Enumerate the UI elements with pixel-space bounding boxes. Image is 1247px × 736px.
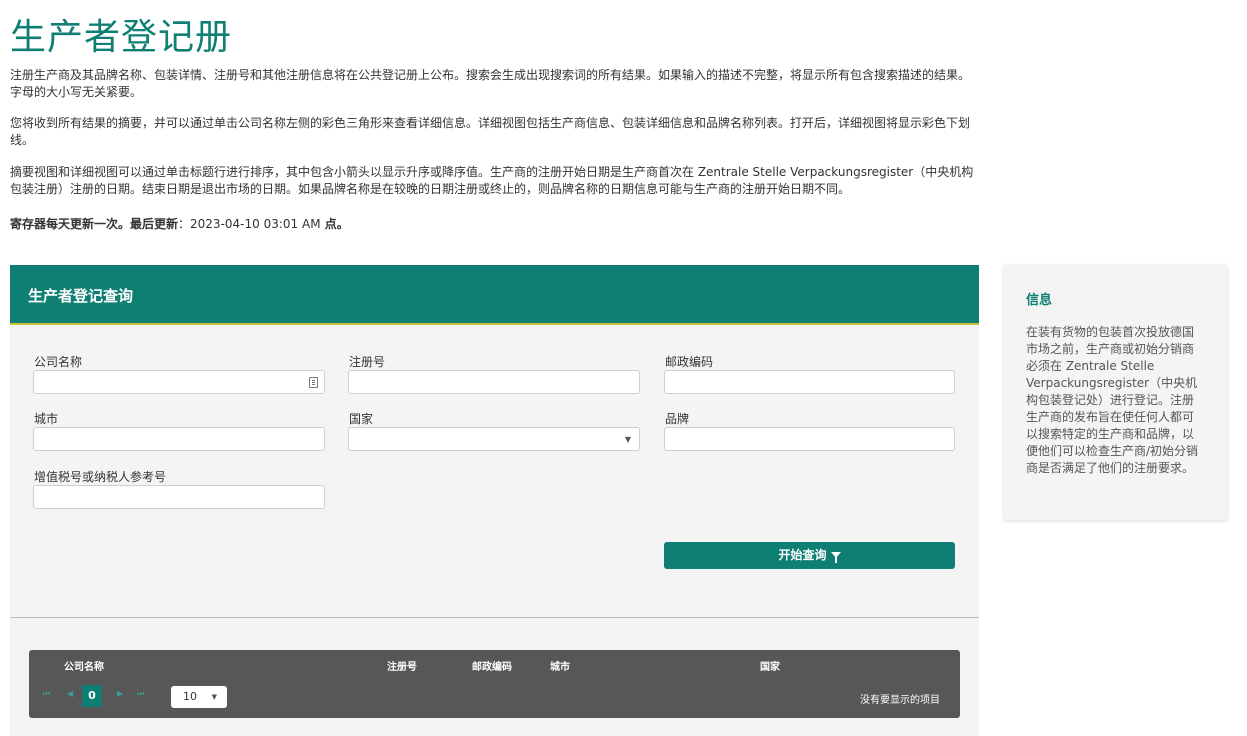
chevron-down-icon: ▼ — [211, 693, 217, 701]
contact-card-icon — [309, 377, 318, 388]
registration-number-label: 注册号 — [349, 355, 386, 369]
info-text: 在装有货物的包装首次投放德国市场之前，生产商或初始分销商必须在 Zentrale… — [1026, 325, 1199, 475]
column-city[interactable]: 城市 — [550, 658, 570, 673]
next-page-icon[interactable]: ▶ — [117, 689, 123, 698]
filter-icon — [830, 552, 841, 563]
company-name-input[interactable] — [33, 370, 325, 394]
city-input[interactable] — [33, 427, 325, 451]
registration-number-input[interactable] — [348, 370, 640, 394]
update-suffix: 点。 — [320, 217, 349, 231]
info-title: 信息 — [1026, 293, 1053, 308]
previous-page-icon[interactable]: ◀ — [67, 689, 73, 698]
last-page-icon[interactable]: ⏭ — [137, 689, 144, 699]
intro-paragraph-3: 摘要视图和详细视图可以通过单击标题行进行排序，其中包含小箭头以显示升序或降序值。… — [10, 165, 974, 196]
postal-code-input[interactable] — [664, 370, 955, 394]
update-value: 2023-04-10 03:01 AM — [190, 217, 321, 231]
update-colon: ： — [178, 217, 191, 231]
intro-paragraph-1: 注册生产商及其品牌名称、包装详情、注册号和其他注册信息将在公共登记册上公布。搜索… — [10, 68, 971, 99]
search-panel-header: 生产者登记查询 — [10, 265, 979, 325]
page-size-select[interactable]: 10 ▼ — [171, 686, 227, 708]
update-prefix: 寄存器每天更新一次。最后更新 — [10, 217, 179, 231]
column-country[interactable]: 国家 — [760, 658, 780, 673]
empty-message: 没有要显示的项目 — [860, 695, 940, 706]
search-panel: 生产者登记查询 公司名称 注册号 邮政编码 城市 国家 ▼ 品牌 增值税号或纳税… — [10, 265, 979, 736]
country-label: 国家 — [349, 412, 374, 426]
city-label: 城市 — [34, 412, 59, 426]
company-name-label: 公司名称 — [34, 355, 83, 369]
info-box: 信息 在装有货物的包装首次投放德国市场之前，生产商或初始分销商必须在 Zentr… — [1004, 265, 1227, 520]
vat-number-input[interactable] — [33, 485, 325, 509]
page-title: 生产者登记册 — [10, 17, 233, 58]
page-size-value: 10 — [183, 690, 197, 703]
brand-label: 品牌 — [665, 412, 690, 426]
column-company-name[interactable]: 公司名称 — [64, 658, 104, 673]
results-grid: 公司名称 注册号 邮政编码 城市 国家 ⏮ ◀ 0 ▶ ⏭ 10 ▼ 没有要显示的… — [29, 650, 960, 718]
country-select[interactable]: ▼ — [348, 427, 640, 451]
chevron-down-icon: ▼ — [624, 435, 631, 444]
brand-input[interactable] — [664, 427, 955, 451]
column-registration-number[interactable]: 注册号 — [387, 658, 417, 673]
panel-divider — [10, 617, 979, 618]
search-panel-title: 生产者登记查询 — [28, 287, 134, 305]
first-page-icon[interactable]: ⏮ — [43, 689, 50, 699]
update-note: 寄存器每天更新一次。最后更新：2023-04-10 03:01 AM 点。 — [10, 216, 975, 233]
current-page-number[interactable]: 0 — [82, 685, 102, 707]
column-postal-code[interactable]: 邮政编码 — [472, 658, 512, 673]
vat-number-label: 增值税号或纳税人参考号 — [34, 470, 167, 484]
postal-code-label: 邮政编码 — [665, 355, 714, 369]
search-button[interactable]: 开始查询 — [664, 542, 955, 569]
intro-paragraph-2: 您将收到所有结果的摘要，并可以通过单击公司名称左侧的彩色三角形来查看详细信息。详… — [10, 116, 971, 147]
search-button-label: 开始查询 — [778, 548, 827, 562]
